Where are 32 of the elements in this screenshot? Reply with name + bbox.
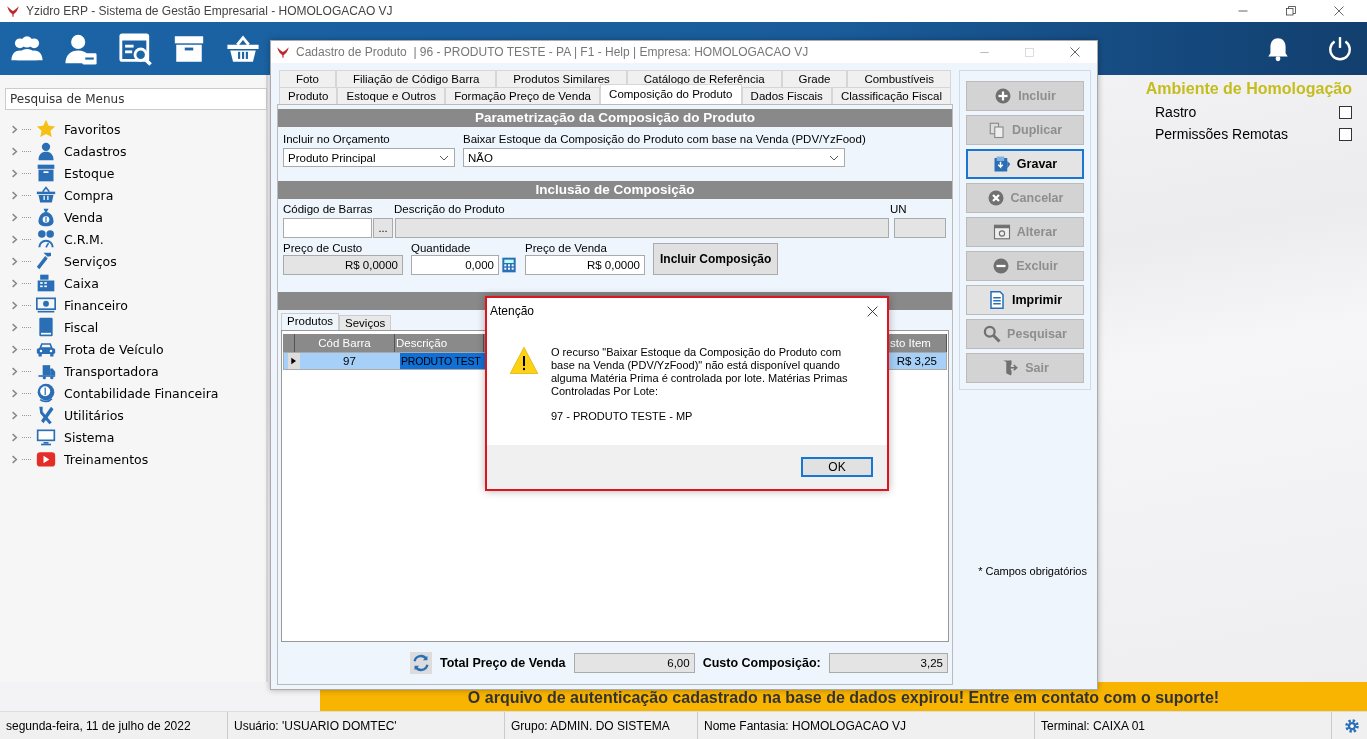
status-text: Grupo: ADMIN. DO SISTEMA <box>505 712 698 739</box>
total-label: Custo Composição: <box>702 656 821 670</box>
field-label: Baixar Estoque da Composição do Produto com base na Venda (PDV/YzFood) <box>463 133 866 145</box>
window-title: Yzidro ERP - Sistema de Gestão Empresarial - HOMOLOGACAO VJ <box>26 4 393 18</box>
field-label: UN <box>890 203 908 215</box>
note-text: * Campos obrigatórios <box>977 565 1088 577</box>
banner-text: O arquivo de autenticação cadastrado na base de dados expirou! Entre em contato com o suporte! <box>467 689 1220 707</box>
status-text: segunda-feira, 11 de julho de 2022 <box>0 712 228 739</box>
field-label: Incluir no Orçamento <box>283 133 391 145</box>
field-label: Preço de Venda <box>525 242 608 254</box>
section-header: Inclusão de Composição <box>278 181 952 199</box>
table-cell-text: R$ 3,25 <box>895 354 938 369</box>
option-label: Permissões Remotas <box>1155 126 1289 142</box>
dialog-title: Atenção <box>490 304 535 318</box>
total-field: 6,00 <box>573 653 695 673</box>
field-label: Quantidade <box>411 242 472 254</box>
environment-title: Ambiente de Homologação <box>1144 80 1352 98</box>
table-cell-text: 97 <box>342 354 357 369</box>
total-field: 3,25 <box>828 653 948 673</box>
status-text: Nome Fantasia: HOMOLOGACAO VJ <box>698 712 1035 739</box>
total-label: Total Preço de Venda <box>440 656 566 670</box>
field-label: Descrição do Produto <box>394 203 506 215</box>
cost-field: R$ 0,0000 <box>283 255 403 275</box>
option-label: Rastro <box>1155 104 1197 120</box>
section-header: Parametrização da Composição do Produto <box>278 109 952 127</box>
field-label: Código de Barras <box>283 203 374 215</box>
field-label: Preço de Custo <box>283 242 364 254</box>
status-text: Usuário: 'USUARIO DOMTEC' <box>228 712 505 739</box>
dialog-detail: 97 - PRODUTO TESTE - MP <box>551 410 694 423</box>
dialog-message: O recurso "Baixar Estoque da Composição do Produto com base na Venda (PDV/YzFood)" não está disponível quando alguma Matéria Prima é controlada por lote. Matérias Primas Controladas Por Lote: <box>551 346 849 398</box>
status-text: Terminal: CAIXA 01 <box>1035 712 1332 739</box>
window-title: Cadastro de Produto | 96 - PRODUTO TESTE - PA | F1 - Help | Empresa: HOMOLOGACAO VJ <box>296 45 809 59</box>
